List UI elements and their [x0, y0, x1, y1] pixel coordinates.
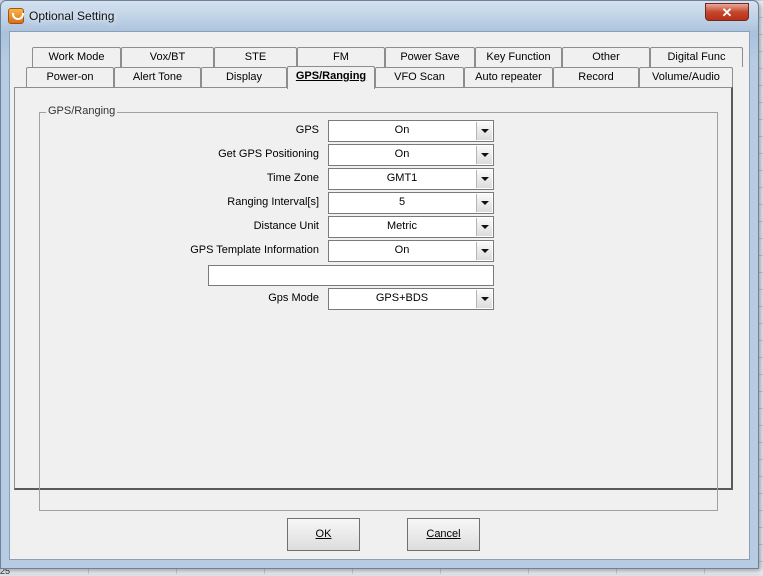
distance-unit-select[interactable]: Metric — [328, 216, 494, 238]
tab-digital-func[interactable]: Digital Func — [650, 47, 743, 67]
tab-power-save[interactable]: Power Save — [385, 47, 475, 67]
gps-template-text-input[interactable] — [208, 265, 494, 286]
chevron-down-icon[interactable] — [476, 290, 492, 308]
ranging-interval-value: 5 — [398, 196, 406, 208]
tab-other[interactable]: Other — [562, 47, 650, 67]
tab-vox-bt[interactable]: Vox/BT — [121, 47, 214, 67]
distance-unit-value: Metric — [387, 220, 417, 232]
chevron-down-icon[interactable] — [476, 194, 492, 212]
gps-template-information-label: GPS Template Information — [190, 244, 319, 256]
ranging-interval-label: Ranging Interval[s] — [227, 196, 319, 208]
chevron-down-icon[interactable] — [476, 146, 492, 164]
gps-mode-select[interactable]: GPS+BDS — [328, 288, 494, 310]
ranging-interval-select[interactable]: 5 — [328, 192, 494, 214]
gps-template-information-select[interactable]: On — [328, 240, 494, 262]
radio-app-icon — [8, 8, 24, 24]
tab-ste[interactable]: STE — [214, 47, 297, 67]
distance-unit-label: Distance Unit — [253, 220, 319, 232]
tab-key-function[interactable]: Key Function — [475, 47, 562, 67]
time-zone-label: Time Zone — [266, 172, 319, 184]
window-title: Optional Setting — [29, 9, 115, 23]
tab-gps-ranging[interactable]: GPS/Ranging — [287, 66, 375, 89]
tab-auto-repeater[interactable]: Auto repeater — [464, 67, 553, 87]
get-gps-positioning-value: On — [394, 148, 410, 160]
tab-record[interactable]: Record — [553, 67, 639, 87]
close-button[interactable]: ✕ — [705, 3, 749, 21]
tab-vfo-scan[interactable]: VFO Scan — [375, 67, 464, 87]
time-zone-value: GMT1 — [386, 172, 418, 184]
tab-power-on[interactable]: Power-on — [26, 67, 114, 87]
chevron-down-icon[interactable] — [476, 242, 492, 260]
get-gps-positioning-select[interactable]: On — [328, 144, 494, 166]
gps-value: On — [394, 124, 410, 136]
tab-work-mode[interactable]: Work Mode — [32, 47, 121, 67]
gps-mode-value: GPS+BDS — [375, 292, 429, 304]
gps-template-information-value: On — [394, 244, 410, 256]
time-zone-select[interactable]: GMT1 — [328, 168, 494, 190]
groupbox-title: GPS/Ranging — [46, 105, 118, 117]
tab-display[interactable]: Display — [201, 67, 287, 87]
chevron-down-icon[interactable] — [476, 218, 492, 236]
chevron-down-icon[interactable] — [476, 170, 492, 188]
gps-mode-label: Gps Mode — [268, 292, 319, 304]
gps-select[interactable]: On — [328, 120, 494, 142]
tab-fm[interactable]: FM — [297, 47, 385, 67]
title-bar[interactable]: Optional Setting ✕ — [1, 1, 758, 31]
tab-alert-tone[interactable]: Alert Tone — [114, 67, 201, 87]
chevron-down-icon[interactable] — [476, 122, 492, 140]
ok-button[interactable]: OK — [287, 518, 360, 551]
tab-volume-audio[interactable]: Volume/Audio — [639, 67, 733, 87]
get-gps-positioning-label: Get GPS Positioning — [218, 148, 319, 160]
gps-label: GPS — [295, 124, 319, 136]
cancel-button[interactable]: Cancel — [407, 518, 480, 551]
